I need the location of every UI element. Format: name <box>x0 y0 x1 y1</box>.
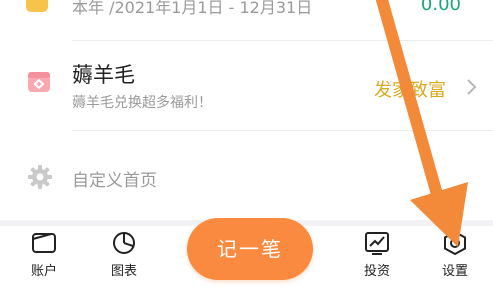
record-button[interactable]: 记一笔 <box>187 218 313 280</box>
divider <box>72 40 493 41</box>
wool-title: 薅羊毛 <box>72 63 135 87</box>
summary-row[interactable]: 本年 /2021年1月1日 - 12月31日 0.00 <box>0 0 493 35</box>
tab-settings-label: 设置 <box>441 264 468 279</box>
wool-link[interactable]: 发家致富 <box>374 76 446 102</box>
tab-charts-label: 图表 <box>110 264 137 279</box>
gear-icon <box>28 165 52 189</box>
wool-row[interactable]: 薅羊毛 薅羊毛兑换超多福利！ 发家致富 <box>0 47 493 127</box>
period-amount: 0.00 <box>420 0 461 15</box>
settings-hexagon-icon <box>444 231 466 255</box>
gift-card-icon <box>28 72 50 92</box>
home-card: 本年 /2021年1月1日 - 12月31日 0.00 薅羊毛 薅羊毛兑换超多福… <box>0 0 493 220</box>
pie-chart-icon <box>113 232 135 254</box>
tab-invest[interactable]: 投资 <box>347 231 407 287</box>
bottom-tab-bar: 账户 图表 记一笔 投资 设置 <box>0 218 493 291</box>
wallet-icon <box>32 233 56 253</box>
wool-subtitle: 薅羊毛兑换超多福利！ <box>72 95 212 111</box>
tab-settings[interactable]: 设置 <box>425 231 485 287</box>
custom-home-label: 自定义首页 <box>72 171 157 191</box>
divider <box>72 130 493 131</box>
tab-accounts-label: 账户 <box>30 264 57 279</box>
investment-chart-icon <box>365 232 389 255</box>
custom-home-row[interactable]: 自定义首页 <box>0 147 493 207</box>
tab-invest-label: 投资 <box>363 264 390 279</box>
chevron-right-icon <box>467 79 477 95</box>
tab-charts[interactable]: 图表 <box>94 231 154 287</box>
calendar-icon <box>26 0 48 12</box>
tab-accounts[interactable]: 账户 <box>14 231 74 287</box>
period-text: 本年 /2021年1月1日 - 12月31日 <box>72 0 313 17</box>
